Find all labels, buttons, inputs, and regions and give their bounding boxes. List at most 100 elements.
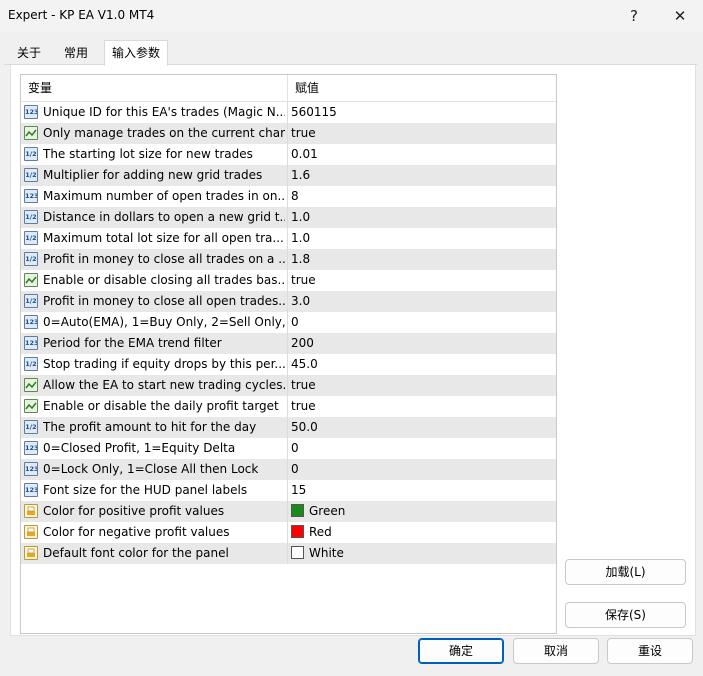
ok-button[interactable]: 确定 [418, 638, 504, 664]
table-row[interactable]: 123 0=Closed Profit, 1=Equity Delta 0 [21, 438, 556, 459]
parameter-value[interactable]: Green [291, 501, 549, 522]
table-header: 变量 赋值 [21, 75, 556, 102]
table-row[interactable]: 1/2 Distance in dollars to open a new gri… [21, 207, 556, 228]
parameter-value[interactable]: 200 [291, 333, 549, 354]
parameter-name: Font size for the HUD panel labels [43, 483, 248, 497]
table-row[interactable]: 123 Font size for the HUD panel labels 15 [21, 480, 556, 501]
parameter-value[interactable]: true [291, 396, 549, 417]
int-icon: 123 [24, 315, 38, 329]
parameter-value[interactable]: true [291, 375, 549, 396]
save-button[interactable]: 保存(S) [565, 602, 686, 628]
parameter-value[interactable]: 0 [291, 312, 549, 333]
parameter-name: Multiplier for adding new grid trades [43, 168, 263, 182]
table-row[interactable]: Color for negative profit values Red [21, 522, 556, 543]
parameter-name: Unique ID for this EA's trades (Magic N.… [43, 105, 285, 119]
title-bar: Expert - KP EA V1.0 MT4 ? ✕ [0, 0, 703, 32]
reset-button[interactable]: 重设 [607, 638, 693, 664]
column-divider [287, 417, 288, 438]
table-row[interactable]: 1/2 Multiplier for adding new grid trades… [21, 165, 556, 186]
double-icon: 1/2 [24, 420, 38, 434]
parameter-value[interactable]: 0 [291, 459, 549, 480]
color-icon [24, 546, 38, 560]
column-divider [287, 165, 288, 186]
double-icon: 1/2 [24, 147, 38, 161]
color-icon [24, 525, 38, 539]
load-button[interactable]: 加载(L) [565, 559, 686, 585]
table-row[interactable]: Default font color for the panel White [21, 543, 556, 564]
parameter-value[interactable]: 1.0 [291, 228, 549, 249]
column-header-value[interactable]: 赋值 [288, 75, 555, 101]
parameter-value[interactable]: 3.0 [291, 291, 549, 312]
parameter-name: Maximum number of open trades in on... [43, 189, 285, 203]
column-header-variable[interactable]: 变量 [21, 75, 288, 101]
parameter-value[interactable]: Red [291, 522, 549, 543]
parameter-name: Distance in dollars to open a new grid t… [43, 210, 285, 224]
int-icon: 123 [24, 105, 38, 119]
parameter-value[interactable]: 0 [291, 438, 549, 459]
table-row[interactable]: 1/2 Stop trading if equity drops by this … [21, 354, 556, 375]
parameter-value[interactable]: true [291, 123, 549, 144]
table-row[interactable]: 1/2 Profit in money to close all open tra… [21, 291, 556, 312]
parameter-name: Color for negative profit values [43, 525, 230, 539]
window-title: Expert - KP EA V1.0 MT4 [8, 8, 155, 22]
inputs-table: 变量 赋值 123 Unique ID for this EA's trades … [20, 74, 557, 634]
parameter-value[interactable]: 1.6 [291, 165, 549, 186]
tab-inputs[interactable]: 输入参数 [104, 40, 168, 66]
table-row[interactable]: 1/2 The starting lot size for new trades 0… [21, 144, 556, 165]
color-name: Red [309, 525, 332, 539]
column-divider [287, 522, 288, 543]
column-divider [287, 291, 288, 312]
parameter-value[interactable]: 0.01 [291, 144, 549, 165]
close-button[interactable]: ✕ [657, 2, 703, 30]
column-divider [287, 144, 288, 165]
column-divider [287, 228, 288, 249]
column-divider [287, 186, 288, 207]
table-row[interactable]: 1/2 The profit amount to hit for the day 5… [21, 417, 556, 438]
table-row[interactable]: Allow the EA to start new trading cycles… [21, 375, 556, 396]
parameter-value[interactable]: 8 [291, 186, 549, 207]
bool-icon [24, 273, 38, 287]
parameter-value[interactable]: 45.0 [291, 354, 549, 375]
parameter-name: Color for positive profit values [43, 504, 225, 518]
table-row[interactable]: Color for positive profit values Green [21, 501, 556, 522]
cancel-button[interactable]: 取消 [513, 638, 599, 664]
parameter-value[interactable]: White [291, 543, 549, 564]
table-row[interactable]: 123 Period for the EMA trend filter 200 [21, 333, 556, 354]
table-row[interactable]: 123 0=Auto(EMA), 1=Buy Only, 2=Sell Only,… [21, 312, 556, 333]
table-row[interactable]: 123 Maximum number of open trades in on..… [21, 186, 556, 207]
color-icon [24, 504, 38, 518]
table-row[interactable]: Enable or disable closing all trades bas… [21, 270, 556, 291]
table-row[interactable]: 123 0=Lock Only, 1=Close All then Lock 0 [21, 459, 556, 480]
parameter-value[interactable]: 50.0 [291, 417, 549, 438]
column-divider [287, 480, 288, 501]
column-divider [287, 123, 288, 144]
parameter-name: Stop trading if equity drops by this per… [43, 357, 285, 371]
parameter-value[interactable]: true [291, 270, 549, 291]
parameter-name: Enable or disable the daily profit targe… [43, 399, 279, 413]
table-row[interactable]: Enable or disable the daily profit targe… [21, 396, 556, 417]
parameter-name: Only manage trades on the current chart [43, 126, 285, 140]
parameter-name: Period for the EMA trend filter [43, 336, 222, 350]
tab-common[interactable]: 常用 [56, 42, 96, 64]
column-divider [287, 207, 288, 228]
parameter-value[interactable]: 1.8 [291, 249, 549, 270]
double-icon: 1/2 [24, 168, 38, 182]
column-divider [287, 438, 288, 459]
parameter-name: The starting lot size for new trades [43, 147, 253, 161]
column-divider [287, 375, 288, 396]
table-row[interactable]: 1/2 Profit in money to close all trades o… [21, 249, 556, 270]
table-row[interactable]: 1/2 Maximum total lot size for all open t… [21, 228, 556, 249]
column-divider [287, 501, 288, 522]
table-row[interactable]: Only manage trades on the current chart t… [21, 123, 556, 144]
column-divider [287, 270, 288, 291]
parameter-value[interactable]: 1.0 [291, 207, 549, 228]
table-row[interactable]: 123 Unique ID for this EA's trades (Magic… [21, 102, 556, 123]
parameter-value[interactable]: 560115 [291, 102, 549, 123]
column-divider [287, 333, 288, 354]
parameter-value[interactable]: 15 [291, 480, 549, 501]
help-button[interactable]: ? [611, 2, 657, 30]
table-body: 123 Unique ID for this EA's trades (Magic… [21, 102, 556, 564]
int-icon: 123 [24, 336, 38, 350]
tab-about[interactable]: 关于 [10, 42, 48, 64]
parameter-name: Allow the EA to start new trading cycles… [43, 378, 285, 392]
